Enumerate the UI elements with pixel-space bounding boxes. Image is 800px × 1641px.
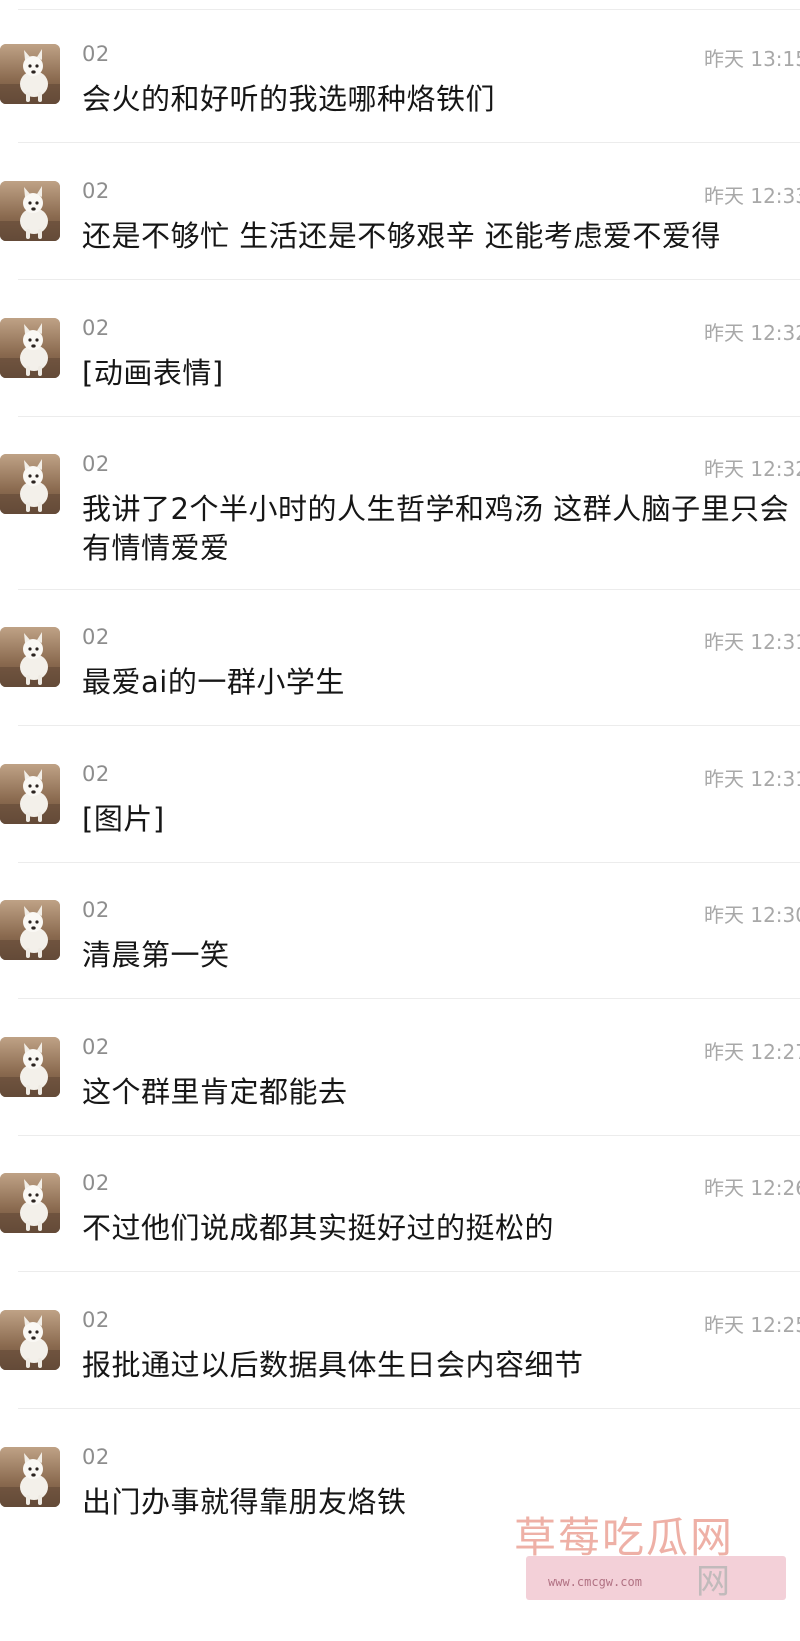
chat-message-row[interactable]: 02 出门办事就得靠朋友烙铁 [0,1403,800,1546]
sender-name: 02 [82,762,110,786]
message-timestamp: 昨天 12:32 [704,457,800,481]
message-text: 不过他们说成都其实挺好过的挺松的 [82,1211,555,1245]
message-timestamp: 昨天 12:31 [704,630,800,654]
white-puppy-avatar-icon[interactable] [0,900,60,960]
chat-message-row[interactable]: 02 昨天 12:32 我讲了2个半小时的人生哲学和鸡汤 这群人脑子里只会有情情爱爱 [0,410,800,590]
watermark-suffix: 网 [696,1562,732,1602]
sender-name: 02 [82,1308,110,1332]
message-timestamp: 昨天 12:26 [704,1176,800,1200]
chat-message-row[interactable]: 02 昨天 12:33 还是不够忙 生活还是不够艰辛 还能考虑爱不爱得 [0,137,800,280]
message-text: 报批通过以后数据具体生日会内容细节 [82,1348,584,1382]
message-text: 还是不够忙 生活还是不够艰辛 还能考虑爱不爱得 [82,219,721,253]
white-puppy-avatar-icon[interactable] [0,1447,60,1507]
sender-name: 02 [82,1171,110,1195]
sender-name: 02 [82,1445,110,1469]
white-puppy-avatar-icon[interactable] [0,44,60,104]
white-puppy-avatar-icon[interactable] [0,627,60,687]
sender-name: 02 [82,179,110,203]
white-puppy-avatar-icon[interactable] [0,1310,60,1370]
white-puppy-avatar-icon[interactable] [0,764,60,824]
message-text: 我讲了2个半小时的人生哲学和鸡汤 这群人脑子里只会有情情爱爱 [82,492,790,565]
sender-name: 02 [82,316,110,340]
white-puppy-avatar-icon[interactable] [0,1173,60,1233]
message-timestamp: 昨天 12:30 [704,903,800,927]
message-text: 这个群里肯定都能去 [82,1075,348,1109]
message-timestamp: 昨天 12:25 [704,1313,800,1337]
message-text: 最爱ai的一群小学生 [82,665,345,699]
sender-name: 02 [82,625,110,649]
message-timestamp: 昨天 12:33 [704,184,800,208]
sender-name: 02 [82,452,110,476]
chat-message-row[interactable]: 02 昨天 12:31 最爱ai的一群小学生 [0,583,800,726]
chat-message-row[interactable]: 02 昨天 12:26 不过他们说成都其实挺好过的挺松的 [0,1129,800,1272]
sender-name: 02 [82,898,110,922]
white-puppy-avatar-icon[interactable] [0,1037,60,1097]
message-text: [动画表情] [82,356,224,390]
sender-name: 02 [82,1035,110,1059]
chat-message-row[interactable]: 02 昨天 12:31 [图片] [0,720,800,863]
chat-message-row[interactable]: 02 昨天 12:25 报批通过以后数据具体生日会内容细节 [0,1266,800,1409]
white-puppy-avatar-icon[interactable] [0,318,60,378]
message-text: 出门办事就得靠朋友烙铁 [82,1485,407,1519]
message-text: [图片] [82,802,165,836]
watermark-url: www.cmcgw.com [548,1575,642,1589]
message-timestamp: 昨天 12:27 [704,1040,800,1064]
chat-message-row[interactable]: 02 昨天 12:27 这个群里肯定都能去 [0,993,800,1136]
chat-message-row[interactable]: 02 昨天 12:30 清晨第一笑 [0,856,800,999]
sender-name: 02 [82,42,110,66]
message-text: 清晨第一笑 [82,938,230,972]
white-puppy-avatar-icon[interactable] [0,454,60,514]
message-timestamp: 昨天 13:15 [704,47,800,71]
message-timestamp: 昨天 12:31 [704,767,800,791]
message-timestamp: 昨天 12:32 [704,321,800,345]
white-puppy-avatar-icon[interactable] [0,181,60,241]
chat-message-row[interactable]: 02 昨天 13:15 会火的和好听的我选哪种烙铁们 [0,0,800,143]
message-text: 会火的和好听的我选哪种烙铁们 [82,82,496,116]
watermark-box [526,1556,786,1600]
chat-message-row[interactable]: 02 昨天 12:32 [动画表情] [0,274,800,417]
